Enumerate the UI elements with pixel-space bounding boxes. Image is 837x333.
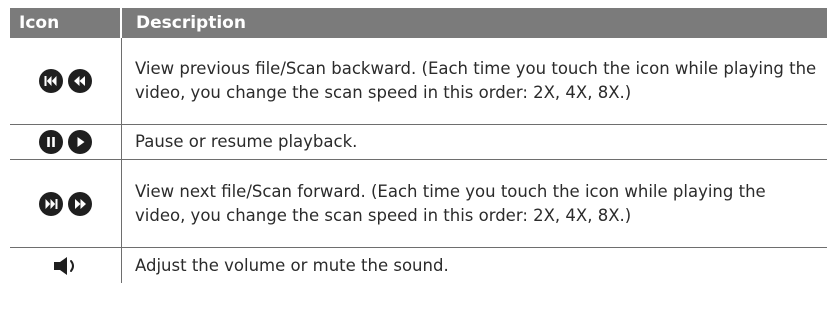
volume-icon [53,256,74,275]
skip-next-icon [39,191,63,216]
row-description: View previous file/Scan backward. (Each … [135,59,817,102]
row-description: Pause or resume playback. [135,132,358,151]
fast-forward-icon [68,191,92,216]
table-row: Pause or resume playback. [10,125,827,160]
table-row: View next file/Scan forward. (Each time … [10,160,827,248]
icon-cell [10,248,122,283]
table-header: Icon Description [10,8,827,38]
row-description: Adjust the volume or mute the sound. [135,255,449,275]
table-row: View previous file/Scan backward. (Each … [10,38,827,125]
skip-previous-icon [39,69,63,93]
icon-description-table: Icon Description View previous file/Scan… [10,8,827,283]
icon-cell [10,125,122,159]
row-description: View next file/Scan forward. (Each time … [135,181,766,225]
header-description-column: Description [136,13,246,33]
icon-cell [10,38,122,124]
play-icon [68,130,92,154]
pause-icon [39,130,63,154]
icon-cell [10,160,122,247]
header-icon-column: Icon [10,8,122,38]
rewind-icon [68,69,92,93]
table-row: Adjust the volume or mute the sound. [10,248,827,283]
